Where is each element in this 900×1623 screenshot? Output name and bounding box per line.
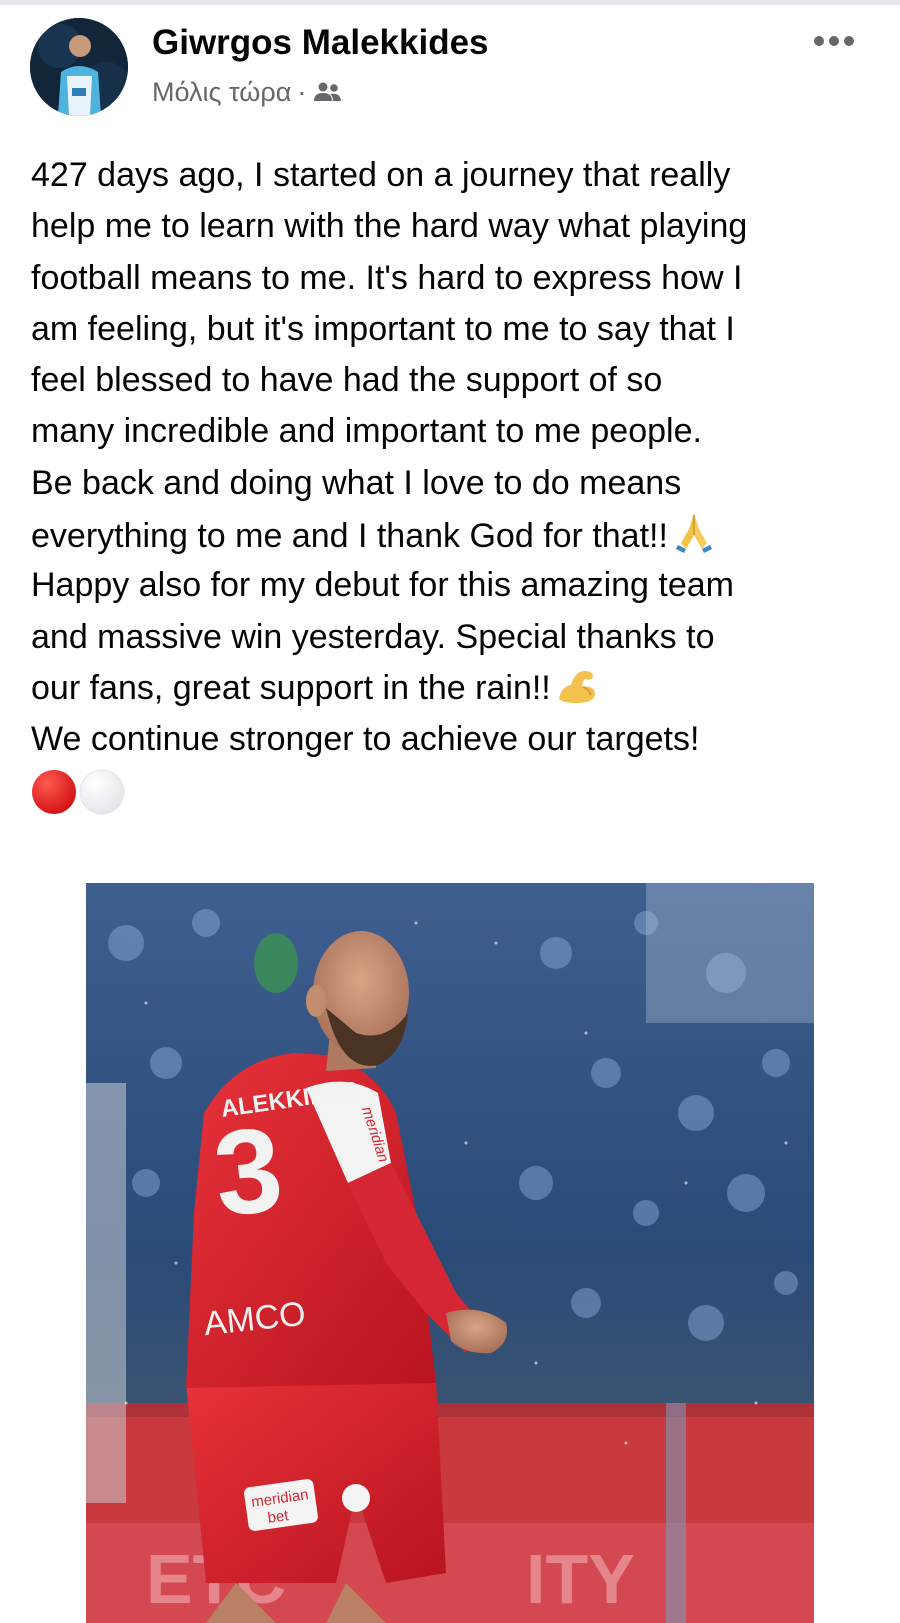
flexed-biceps-emoji	[555, 665, 599, 720]
more-options-button[interactable]	[808, 25, 860, 57]
friends-icon[interactable]	[313, 81, 343, 105]
post-text-line: and massive win yesterday. Special thank…	[31, 617, 715, 656]
post-text-line: our fans, great support in the rain!!	[31, 668, 551, 707]
post-text-line: help me to learn with the hard way what …	[31, 207, 748, 246]
post-text-line: feel blessed to have had the support of …	[31, 361, 663, 400]
profile-photo-icon	[30, 18, 128, 116]
post-text-line-with-emoji: our fans, great support in the rain!!	[31, 663, 876, 714]
post-meta: Μόλις τώρα ·	[152, 77, 343, 108]
emoji-line	[31, 766, 876, 817]
post-text-line: everything to me and I thank God for tha…	[31, 517, 668, 556]
white-circle-emoji	[79, 769, 125, 830]
post-body-text: 427 days ago, I started on a journey tha…	[31, 150, 876, 817]
post-text-line: 427 days ago, I started on a journey tha…	[31, 156, 731, 194]
post-header: Giwrgos Malekkides Μόλις τώρα ·	[0, 5, 900, 120]
post-text-line-with-emoji: everything to me and I thank God for tha…	[31, 509, 876, 560]
post-text-line: Happy also for my debut for this amazing…	[31, 566, 734, 605]
more-options-icon	[814, 36, 854, 46]
post-timestamp[interactable]: Μόλις τώρα	[152, 77, 291, 108]
post-text-line: am feeling, but it's important to me to …	[31, 309, 735, 348]
author-avatar[interactable]	[30, 18, 128, 116]
post-text-line: many incredible and important to me peop…	[31, 412, 702, 451]
author-name[interactable]: Giwrgos Malekkides	[152, 23, 489, 63]
post-photo[interactable]: ETC ITY 3 ALEKKIDES AMCO meridian bet me…	[86, 883, 814, 1623]
post-photo-image: ETC ITY 3 ALEKKIDES AMCO meridian bet me…	[86, 883, 814, 1623]
post-text-line: Be back and doing what I love to do mean…	[31, 463, 682, 502]
meta-separator: ·	[297, 77, 307, 107]
svg-text:3: 3	[208, 1102, 288, 1242]
red-circle-emoji	[31, 769, 77, 830]
svg-text:ITY: ITY	[526, 1540, 635, 1618]
svg-text:bet: bet	[267, 1507, 291, 1527]
post-text-line: We continue stronger to achieve our targ…	[31, 720, 700, 759]
post-text-line: football means to me. It's hard to expre…	[31, 258, 743, 297]
